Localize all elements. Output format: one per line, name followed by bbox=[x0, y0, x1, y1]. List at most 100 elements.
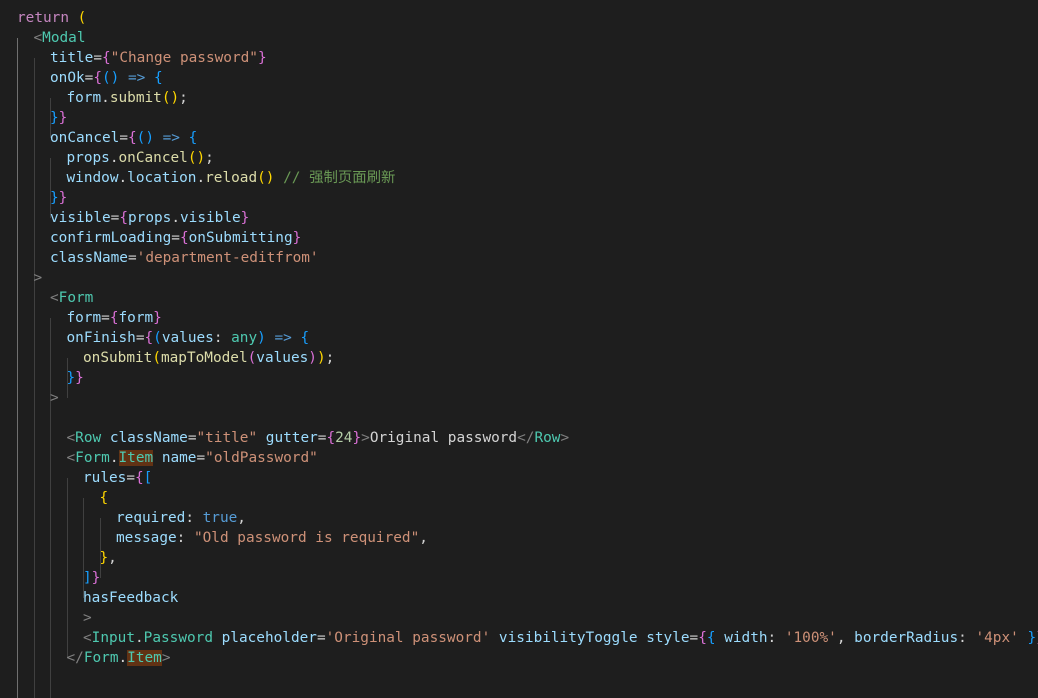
code-line[interactable]: confirmLoading={onSubmitting} bbox=[50, 228, 301, 248]
code-line[interactable]: <Form bbox=[50, 288, 93, 308]
code-line[interactable]: onSubmit(mapToModel(values)); bbox=[83, 348, 334, 368]
code-token: form bbox=[66, 90, 102, 106]
code-token: = bbox=[127, 250, 137, 266]
code-token: confirmLoading bbox=[50, 230, 172, 246]
code-token: onOk bbox=[50, 70, 85, 86]
code-token: hasFeedback bbox=[83, 590, 179, 606]
code-token: "title" bbox=[196, 430, 258, 446]
code-token: message bbox=[116, 530, 177, 546]
code-line[interactable]: > bbox=[34, 268, 43, 288]
code-token: > bbox=[50, 390, 59, 406]
code-token: rules bbox=[83, 470, 127, 486]
code-line[interactable]: message: "Old password is required", bbox=[116, 528, 428, 548]
code-line[interactable]: return ( bbox=[17, 8, 86, 28]
code-token: onCancel bbox=[50, 130, 120, 146]
code-line[interactable]: className='department-editfrom' bbox=[50, 248, 319, 268]
code-line[interactable]: onCancel={() => { bbox=[50, 128, 197, 148]
code-token: = bbox=[316, 630, 326, 646]
code-token: => bbox=[265, 330, 301, 346]
code-token: () bbox=[136, 130, 154, 146]
code-line[interactable]: }} bbox=[50, 108, 67, 128]
code-token: } bbox=[66, 370, 76, 386]
code-token: location bbox=[127, 170, 197, 186]
code-token: ( bbox=[77, 10, 87, 26]
code-line[interactable]: <Form.Item name="oldPassword" bbox=[67, 448, 318, 468]
indent-guide bbox=[17, 38, 18, 698]
code-token: width bbox=[715, 630, 768, 646]
code-editor[interactable]: return (<Modal title={"Change password"} o… bbox=[0, 0, 1038, 698]
code-token: { bbox=[109, 310, 119, 326]
code-token: : bbox=[767, 630, 785, 646]
code-token: { bbox=[153, 70, 163, 86]
code-token: = bbox=[93, 50, 102, 66]
code-token: visibilityToggle bbox=[490, 630, 638, 646]
code-line[interactable]: required: true, bbox=[116, 508, 246, 528]
code-token: () bbox=[102, 70, 120, 86]
code-token: { bbox=[706, 630, 716, 646]
code-token: ) bbox=[308, 350, 317, 366]
code-token: } bbox=[240, 210, 250, 226]
code-token: Row bbox=[534, 430, 561, 446]
code-line[interactable]: > bbox=[50, 388, 59, 408]
code-line[interactable]: <Row className="title" gutter={24}>Origi… bbox=[67, 428, 570, 448]
code-token: values bbox=[256, 350, 309, 366]
indent-guide bbox=[66, 478, 68, 658]
code-token: < bbox=[50, 290, 59, 306]
code-token: = bbox=[196, 450, 206, 466]
code-line[interactable]: window.location.reload() // 强制页面刷新 bbox=[67, 168, 396, 188]
code-line[interactable]: form={form} bbox=[67, 308, 162, 328]
code-token: { bbox=[179, 230, 189, 246]
code-line[interactable]: }} bbox=[67, 368, 84, 388]
code-token: . bbox=[171, 210, 180, 226]
code-token: window bbox=[66, 170, 119, 186]
code-line[interactable]: <Modal bbox=[34, 28, 86, 48]
code-token: { bbox=[99, 490, 109, 506]
code-line[interactable]: title={"Change password"} bbox=[50, 48, 267, 68]
code-token: { bbox=[127, 130, 137, 146]
code-line[interactable]: </Form.Item> bbox=[66, 648, 170, 668]
code-line[interactable]: visible={props.visible} bbox=[50, 208, 249, 228]
code-token: required bbox=[116, 510, 186, 526]
code-token: name bbox=[153, 450, 197, 466]
code-token: Item bbox=[127, 650, 162, 666]
code-token: < bbox=[66, 430, 76, 446]
code-line[interactable]: { bbox=[100, 488, 109, 508]
code-token: . bbox=[109, 450, 119, 466]
code-token: className bbox=[50, 250, 128, 266]
code-line[interactable]: hasFeedback bbox=[83, 588, 178, 608]
code-token: Form bbox=[83, 650, 119, 666]
code-line[interactable]: form.submit(); bbox=[67, 88, 188, 108]
code-line[interactable]: props.onCancel(); bbox=[67, 148, 214, 168]
code-token: ; bbox=[325, 350, 335, 366]
code-token: } bbox=[352, 430, 362, 446]
code-token: < bbox=[66, 450, 76, 466]
code-token: </ bbox=[66, 650, 84, 666]
code-token: ( bbox=[153, 330, 162, 346]
code-token: > bbox=[33, 270, 43, 286]
code-token: } bbox=[58, 110, 68, 126]
code-token: { bbox=[135, 470, 144, 486]
code-token: } bbox=[58, 190, 68, 206]
code-line[interactable]: }, bbox=[100, 548, 117, 568]
code-token: true bbox=[202, 510, 238, 526]
code-token: borderRadius bbox=[854, 630, 959, 646]
code-line[interactable]: <Input.Password placeholder='Original pa… bbox=[83, 628, 1038, 648]
code-token: any bbox=[231, 330, 258, 346]
code-line[interactable]: onOk={() => { bbox=[50, 68, 163, 88]
code-token: } bbox=[257, 50, 267, 66]
code-token: Form bbox=[58, 290, 94, 306]
code-token: gutter bbox=[257, 430, 318, 446]
code-token: reload bbox=[205, 170, 258, 186]
code-line[interactable]: onFinish={(values: any) => { bbox=[67, 328, 310, 348]
code-line[interactable]: }} bbox=[50, 188, 67, 208]
code-token: style bbox=[637, 630, 690, 646]
code-line[interactable]: rules={[ bbox=[83, 468, 152, 488]
code-token: '100%' bbox=[784, 630, 837, 646]
code-line[interactable]: ]} bbox=[83, 568, 100, 588]
code-token: onSubmit bbox=[83, 350, 153, 366]
code-token: </ bbox=[517, 430, 535, 446]
code-token: { bbox=[698, 630, 707, 646]
code-line[interactable]: > bbox=[83, 608, 92, 628]
indent-guide bbox=[33, 298, 35, 698]
indent-guide bbox=[33, 58, 35, 298]
